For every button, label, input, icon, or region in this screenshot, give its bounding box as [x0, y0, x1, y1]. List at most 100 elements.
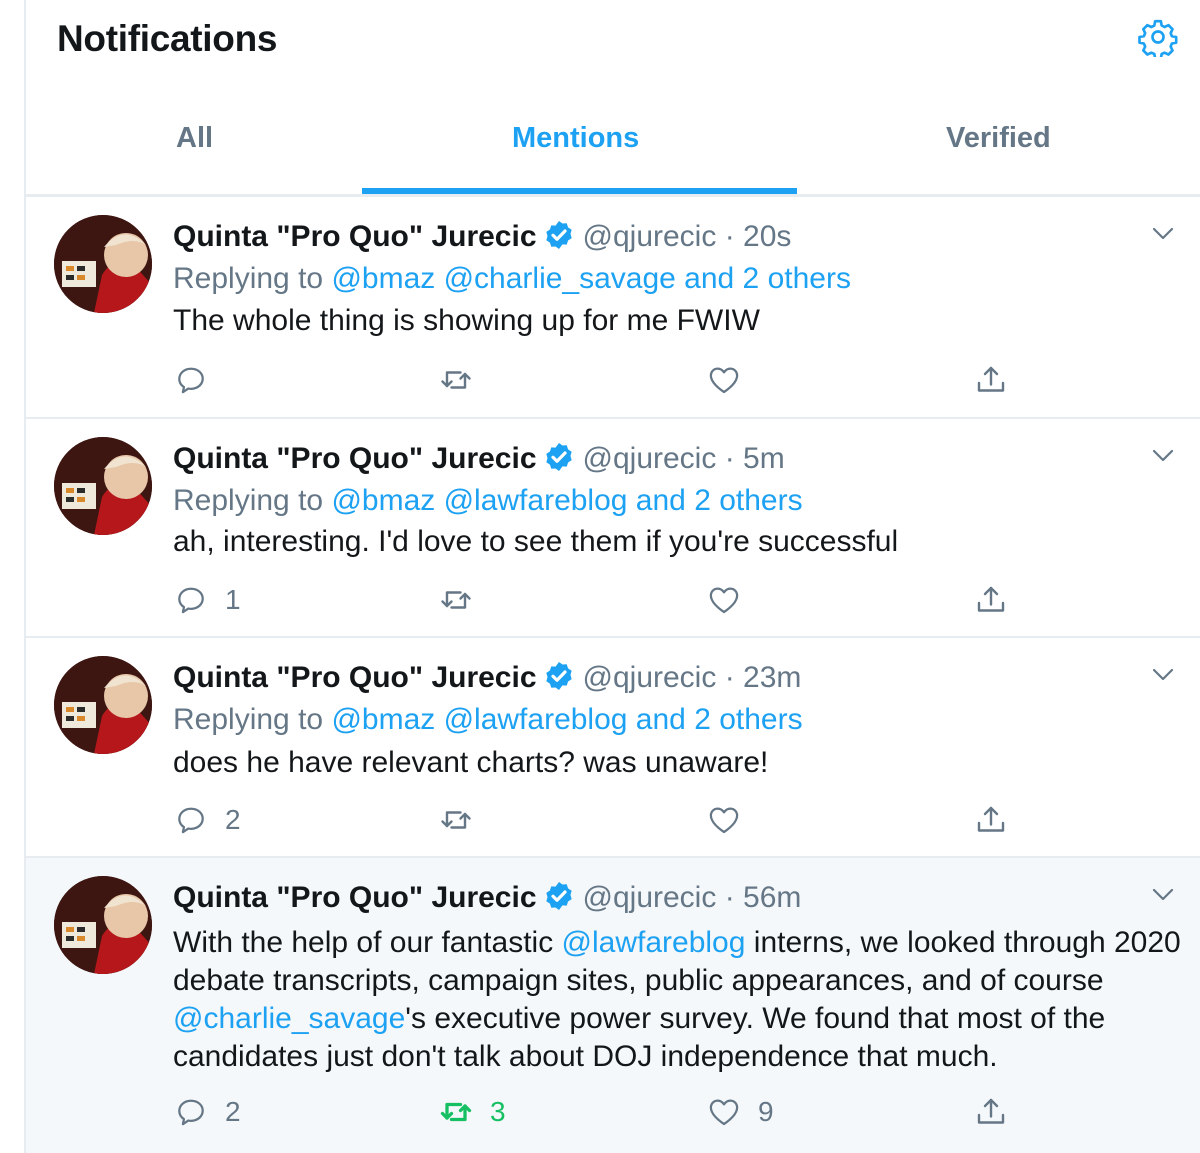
like-button[interactable]: 9 [706, 1092, 774, 1132]
heart-icon [709, 1099, 739, 1126]
page-title: Notifications [57, 18, 278, 59]
verified-badge-icon [545, 443, 572, 471]
replying-to: Replying to @bmaz @lawfareblog and 2 oth… [173, 703, 803, 737]
share-button[interactable] [973, 360, 1009, 400]
notifications-page: Notifications All Mentions Verified Quin… [0, 0, 1200, 1153]
verified-badge-icon [545, 882, 572, 910]
retweet-button[interactable] [438, 360, 490, 400]
retweet-icon [441, 371, 471, 389]
separator-dot: · [724, 220, 735, 253]
reply-button[interactable]: 1 [173, 580, 241, 620]
verified-badge-icon [545, 221, 572, 249]
retweet-button[interactable]: 3 [438, 1092, 506, 1132]
reply-button[interactable]: 2 [173, 800, 241, 840]
avatar[interactable] [54, 215, 152, 313]
header: Notifications [26, 0, 1200, 90]
tweet-text: The whole thing is showing up for me FWI… [173, 304, 760, 337]
tweet-header: Quinta "Pro Quo" Jurecic @qjurecic · 56m [173, 880, 801, 915]
chevron-down-icon[interactable] [1148, 445, 1178, 465]
handle[interactable]: @qjurecic [583, 881, 717, 914]
retweet-button[interactable] [438, 800, 490, 840]
verified-badge-icon [545, 662, 572, 690]
display-name[interactable]: Quinta "Pro Quo" Jurecic [173, 220, 537, 253]
tweet-actions: 2 3 9 [173, 1092, 1073, 1132]
retweet-icon [440, 1102, 472, 1122]
tweet[interactable]: Quinta "Pro Quo" Jurecic @qjurecic · 20s … [26, 197, 1200, 419]
tweet[interactable]: Quinta "Pro Quo" Jurecic @qjurecic · 23m … [26, 638, 1200, 858]
retweet-count: 3 [490, 1096, 506, 1127]
reply-count: 2 [225, 1096, 241, 1127]
timestamp[interactable]: 23m [743, 661, 801, 694]
reply-button[interactable] [173, 360, 225, 400]
tweet-actions: 2 [173, 800, 1073, 840]
reply-icon [178, 807, 204, 834]
tweet[interactable]: Quinta "Pro Quo" Jurecic @qjurecic · 5m R… [26, 419, 1200, 638]
reply-button[interactable]: 2 [173, 1092, 241, 1132]
tweet-header: Quinta "Pro Quo" Jurecic @qjurecic · 23m [173, 660, 801, 695]
handle[interactable]: @qjurecic [583, 442, 717, 475]
text-segment: With the help of our fantastic [173, 926, 562, 959]
tab-all[interactable]: All [176, 122, 213, 155]
heart-icon [709, 587, 739, 614]
share-icon [977, 366, 1005, 392]
reply-icon [178, 367, 204, 394]
tweet-text: does he have relevant charts? was unawar… [173, 746, 769, 779]
chevron-down-icon[interactable] [1148, 664, 1178, 684]
tab-bar: All Mentions Verified [26, 90, 1200, 197]
timestamp[interactable]: 56m [743, 881, 801, 914]
tweet-text: ah, interesting. I'd love to see them if… [173, 525, 899, 558]
mention-link[interactable]: @lawfareblog [562, 926, 746, 959]
gear-icon[interactable] [1138, 17, 1178, 57]
share-icon [977, 806, 1005, 832]
timestamp[interactable]: 20s [743, 220, 791, 253]
replying-prefix: Replying to [173, 484, 324, 517]
tab-verified[interactable]: Verified [946, 122, 1051, 155]
avatar[interactable] [54, 656, 152, 754]
retweet-button[interactable] [438, 580, 490, 620]
share-icon [977, 1098, 1005, 1124]
chevron-down-icon[interactable] [1148, 884, 1178, 904]
like-button[interactable] [706, 360, 758, 400]
share-button[interactable] [973, 1092, 1009, 1132]
active-tab-indicator [362, 188, 797, 194]
reply-count: 2 [225, 804, 241, 835]
avatar[interactable] [54, 876, 152, 974]
replying-to-users[interactable]: @bmaz @lawfareblog and 2 others [331, 703, 802, 736]
display-name[interactable]: Quinta "Pro Quo" Jurecic [173, 881, 537, 914]
like-button[interactable] [706, 800, 758, 840]
like-button[interactable] [706, 580, 758, 620]
replying-to: Replying to @bmaz @lawfareblog and 2 oth… [173, 484, 803, 518]
chevron-down-icon[interactable] [1148, 223, 1178, 243]
mention-link[interactable]: @charlie_savage [173, 1002, 405, 1035]
tweet[interactable]: Quinta "Pro Quo" Jurecic @qjurecic · 56m … [26, 858, 1200, 1153]
replying-prefix: Replying to [173, 703, 324, 736]
reply-count: 1 [225, 584, 241, 615]
separator-dot: · [724, 881, 735, 914]
timestamp[interactable]: 5m [743, 442, 785, 475]
tweet-actions: 1 [173, 580, 1073, 620]
separator-dot: · [724, 661, 735, 694]
retweet-icon [441, 811, 471, 829]
share-button[interactable] [973, 580, 1009, 620]
share-icon [977, 586, 1005, 612]
avatar[interactable] [54, 437, 152, 535]
separator-dot: · [724, 442, 735, 475]
handle[interactable]: @qjurecic [583, 220, 717, 253]
replying-to: Replying to @bmaz @charlie_savage and 2 … [173, 262, 851, 296]
replying-to-users[interactable]: @bmaz @lawfareblog and 2 others [331, 484, 802, 517]
reply-icon [178, 587, 204, 614]
tweet-header: Quinta "Pro Quo" Jurecic @qjurecic · 5m [173, 441, 785, 476]
share-button[interactable] [973, 800, 1009, 840]
like-count: 9 [758, 1096, 774, 1127]
retweet-icon [441, 591, 471, 609]
heart-icon [709, 807, 739, 834]
tweet-text: With the help of our fantastic @lawfareb… [173, 924, 1183, 1076]
display-name[interactable]: Quinta "Pro Quo" Jurecic [173, 442, 537, 475]
heart-icon [709, 367, 739, 394]
replying-to-users[interactable]: @bmaz @charlie_savage and 2 others [331, 262, 851, 295]
replying-prefix: Replying to [173, 262, 324, 295]
tweet-header: Quinta "Pro Quo" Jurecic @qjurecic · 20s [173, 219, 791, 254]
tab-mentions[interactable]: Mentions [512, 122, 639, 155]
handle[interactable]: @qjurecic [583, 661, 717, 694]
display-name[interactable]: Quinta "Pro Quo" Jurecic [173, 661, 537, 694]
